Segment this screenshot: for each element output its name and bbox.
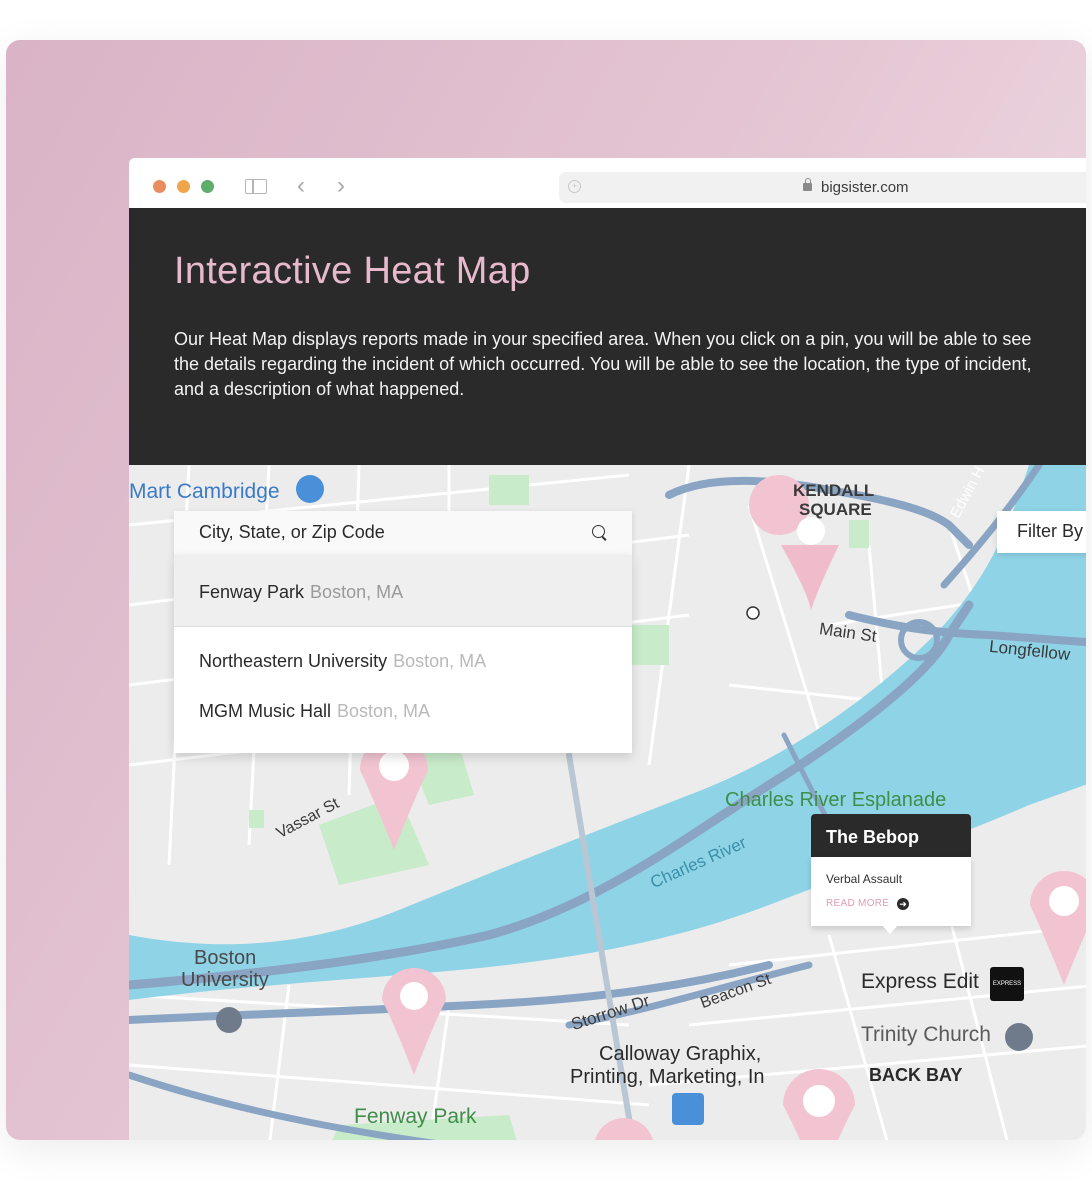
suggestion-name: Northeastern University: [199, 651, 388, 671]
lock-icon: [803, 178, 812, 191]
browser-toolbar: ‹ › + bigsister.com: [129, 158, 1086, 209]
map-label-fenway: Fenway Park: [354, 1105, 477, 1128]
cart-poi-icon[interactable]: [296, 475, 324, 503]
minimize-window-button[interactable]: [177, 180, 190, 193]
search-suggestions: Fenway Park Boston, MA Northeastern Unive…: [174, 555, 632, 753]
popup-pointer: [881, 924, 899, 934]
back-arrow-icon[interactable]: ‹: [297, 174, 305, 198]
map-label-express-edit: Express Edit: [861, 970, 979, 993]
map-label-cambridge: Mart Cambridge: [129, 480, 280, 503]
page-background: ‹ › + bigsister.com Interactive Heat Map…: [6, 40, 1086, 1140]
url-text: bigsister.com: [821, 179, 909, 196]
popup-title: The Bebop: [826, 827, 919, 847]
church-poi-icon[interactable]: [1005, 1023, 1033, 1051]
map-label-kendall: KENDALL: [793, 481, 875, 500]
map-pin: [783, 1069, 855, 1140]
page-title: Interactive Heat Map: [174, 250, 531, 292]
suggestion-name: Fenway Park: [199, 582, 305, 602]
location-search-box: [174, 511, 632, 556]
location-search-input[interactable]: [199, 522, 569, 543]
map-label-trinity: Trinity Church: [861, 1023, 991, 1046]
page-description: Our Heat Map displays reports made in yo…: [174, 329, 1032, 399]
arrow-right-icon[interactable]: ➜: [897, 898, 909, 910]
site-info-icon[interactable]: +: [568, 180, 581, 193]
search-icon[interactable]: [592, 525, 605, 538]
maximize-window-button[interactable]: [201, 180, 214, 193]
suggestion-location: Boston, MA: [310, 582, 404, 602]
filter-by-button[interactable]: Filter By: [997, 511, 1086, 553]
map-pin: [382, 968, 446, 1075]
map-pin: [1030, 871, 1086, 985]
map-label-esplanade: Charles River Esplanade: [725, 789, 947, 811]
map-label-boston: Boston: [194, 947, 257, 969]
map-label-university: University: [181, 969, 269, 991]
map-label-square: SQUARE: [799, 500, 872, 519]
close-window-button[interactable]: [153, 180, 166, 193]
browser-window: ‹ › + bigsister.com Interactive Heat Map…: [129, 158, 1086, 1140]
popup-body: Verbal Assault READ MORE ➜: [811, 857, 971, 926]
address-bar[interactable]: + bigsister.com: [559, 172, 1086, 203]
map-pin: [595, 1118, 653, 1140]
incident-popup: The Bebop Verbal Assault READ MORE ➜: [811, 814, 971, 934]
sidebar-toggle-icon[interactable]: [245, 179, 267, 194]
map-label-back-bay: BACK BAY: [869, 1065, 963, 1085]
forward-arrow-icon[interactable]: ›: [337, 174, 345, 198]
graduation-poi-icon[interactable]: [216, 1007, 242, 1033]
filter-by-label: Filter By: [1017, 521, 1084, 541]
map-label-calloway-2: Printing, Marketing, In: [570, 1066, 765, 1088]
suggestion-item[interactable]: MGM Music Hall Boston, MA: [174, 677, 632, 737]
suggestion-item[interactable]: Northeastern University Boston, MA: [174, 627, 632, 677]
suggestion-location: Boston, MA: [337, 701, 431, 721]
heat-map[interactable]: Mart Cambridge KENDALL SQUARE Edwin H La…: [129, 465, 1086, 1140]
read-more-link[interactable]: READ MORE: [826, 898, 889, 909]
suggestion-location: Boston, MA: [393, 651, 487, 671]
popup-header: The Bebop: [811, 814, 971, 857]
transit-station-icon[interactable]: [746, 606, 760, 620]
suggestion-item[interactable]: Fenway Park Boston, MA: [174, 555, 632, 627]
suggestion-name: MGM Music Hall: [199, 701, 332, 721]
shopping-bag-poi-icon[interactable]: [672, 1093, 704, 1125]
incident-type: Verbal Assault: [826, 872, 903, 886]
map-label-calloway-1: Calloway Graphix,: [599, 1043, 762, 1065]
express-logo-icon[interactable]: EXPRESS: [990, 967, 1024, 1001]
hero-section: Interactive Heat Map Our Heat Map displa…: [129, 208, 1086, 465]
